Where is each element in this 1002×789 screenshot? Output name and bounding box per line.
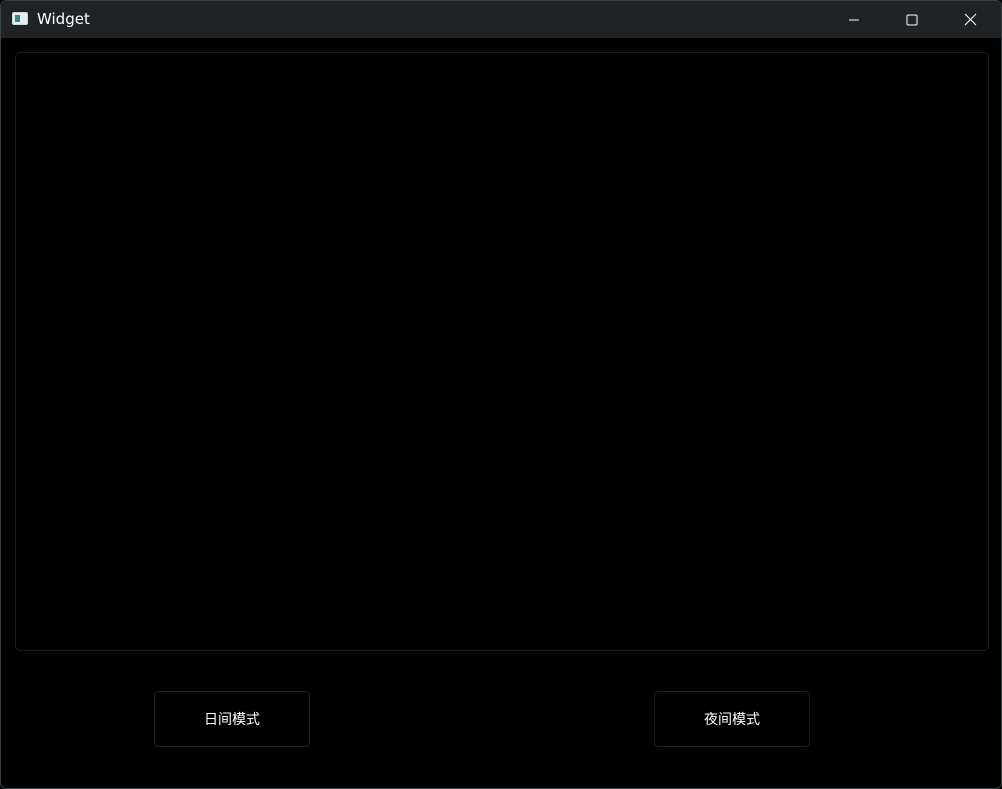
window-title: Widget [37, 10, 90, 28]
minimize-button[interactable] [825, 1, 883, 38]
close-button[interactable] [941, 1, 999, 38]
app-window: Widget 日间模式 夜间模式 [0, 0, 1002, 789]
close-icon [964, 13, 976, 26]
display-panel [15, 52, 989, 651]
night-mode-button[interactable]: 夜间模式 [654, 691, 810, 747]
app-window-icon [12, 12, 28, 25]
maximize-button[interactable] [883, 1, 941, 38]
minimize-icon [849, 19, 859, 20]
day-mode-button[interactable]: 日间模式 [154, 691, 310, 747]
maximize-icon [906, 14, 918, 25]
title-bar[interactable]: Widget [1, 1, 1001, 38]
